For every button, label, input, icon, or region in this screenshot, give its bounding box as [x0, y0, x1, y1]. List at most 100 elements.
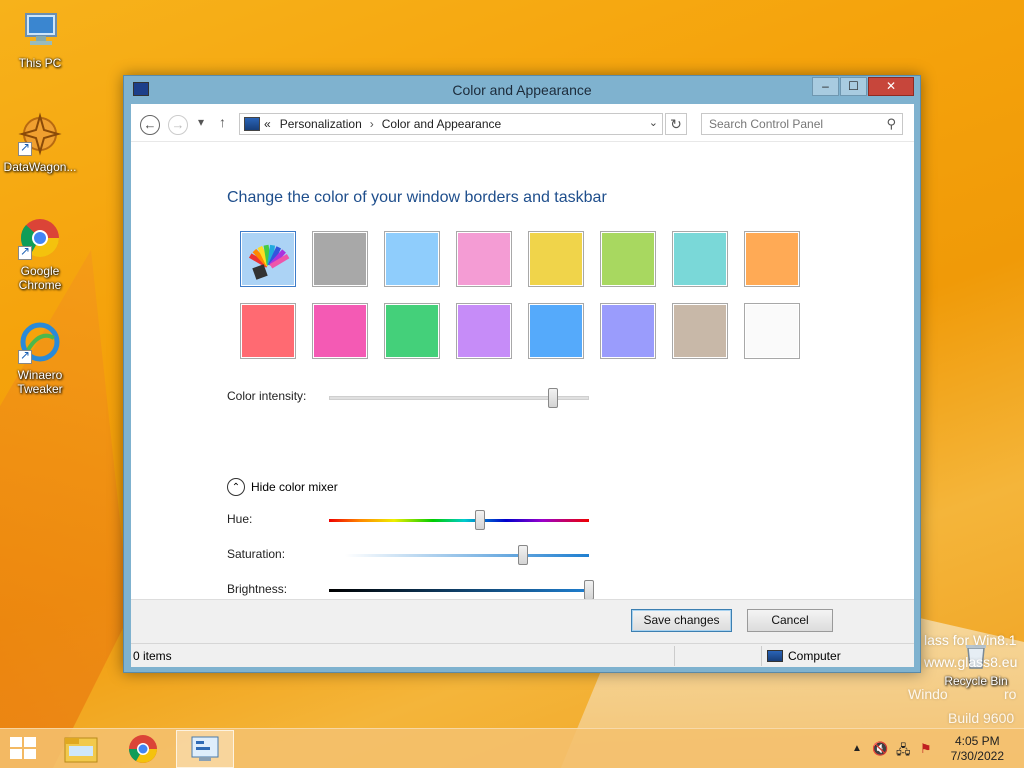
clock-date: 7/30/2022: [950, 749, 1004, 763]
refresh-button[interactable]: ↻: [665, 113, 687, 135]
swatch-fill: [314, 233, 366, 285]
show-hidden-icons-button[interactable]: ▲: [852, 743, 862, 754]
swatch-fill: [602, 233, 654, 285]
maximize-button[interactable]: ☐: [840, 77, 867, 96]
datawagon-icon: [18, 112, 62, 156]
start-button[interactable]: [10, 737, 38, 761]
color-swatch-light-blue[interactable]: [384, 231, 440, 287]
color-appearance-window: Color and Appearance – ☐ ✕ ← → ▾ ↑ « Per…: [123, 75, 921, 673]
watermark-line: ro: [1004, 686, 1017, 702]
breadcrumb-overflow[interactable]: «: [264, 117, 271, 131]
color-swatch-purple[interactable]: [456, 303, 512, 359]
color-swatch-emerald[interactable]: [384, 303, 440, 359]
color-swatch-blue[interactable]: [528, 303, 584, 359]
up-button[interactable]: ↑: [219, 114, 226, 130]
color-swatch-teal[interactable]: [672, 231, 728, 287]
swatch-fill: [674, 233, 726, 285]
winaero-icon: [18, 320, 62, 364]
minimize-button[interactable]: –: [812, 77, 839, 96]
color-swatch-gray[interactable]: [312, 231, 368, 287]
color-swatch-orange[interactable]: [744, 231, 800, 287]
hue-label: Hue:: [227, 512, 253, 526]
monitor-icon: [18, 8, 62, 52]
taskbar: ▲ 🔇 🖧 ⚑ 4:05 PM 7/30/2022: [0, 728, 1024, 768]
status-location: Computer: [767, 649, 841, 663]
desktop-icon-datawagon[interactable]: DataWagon...: [0, 112, 80, 174]
collapse-icon: ⌃: [227, 478, 245, 496]
color-swatch-red[interactable]: [240, 303, 296, 359]
color-swatch-taupe[interactable]: [672, 303, 728, 359]
brightness-track[interactable]: [329, 589, 589, 592]
color-swatch-automatic[interactable]: [240, 231, 296, 287]
breadcrumb-personalization[interactable]: Personalization: [280, 117, 362, 131]
mixer-toggle-label: Hide color mixer: [251, 480, 338, 494]
action-center-icon[interactable]: ⚑: [920, 741, 932, 757]
brightness-slider-thumb[interactable]: [584, 580, 594, 600]
search-icon[interactable]: ⚲: [886, 114, 896, 134]
swatch-fill: [746, 305, 798, 357]
desktop-icon-chrome[interactable]: Google Chrome: [0, 216, 80, 292]
volume-muted-icon[interactable]: 🔇: [872, 741, 888, 757]
folder-icon: [64, 737, 98, 763]
swatch-fill: [530, 305, 582, 357]
desktop-icon-this-pc[interactable]: This PC: [0, 8, 80, 70]
page-heading: Change the color of your window borders …: [227, 189, 607, 206]
hue-slider-thumb[interactable]: [474, 510, 485, 530]
cancel-button[interactable]: Cancel: [747, 609, 833, 632]
taskbar-chrome[interactable]: [114, 730, 172, 768]
saturation-slider-thumb[interactable]: [518, 545, 529, 565]
navigation-bar: ← → ▾ ↑ « Personalization › Color and Ap…: [131, 104, 914, 142]
saturation-label: Saturation:: [227, 547, 286, 561]
color-swatch-magenta[interactable]: [312, 303, 368, 359]
swatch-fill: [242, 305, 294, 357]
network-icon[interactable]: 🖧: [896, 741, 911, 763]
swatch-fill: [458, 305, 510, 357]
swatch-fill: [602, 305, 654, 357]
title-bar[interactable]: Color and Appearance – ☐ ✕: [124, 76, 920, 104]
intensity-slider-thumb[interactable]: [547, 388, 558, 408]
window-client: ← → ▾ ↑ « Personalization › Color and Ap…: [131, 104, 914, 667]
taskbar-control-panel[interactable]: [176, 730, 234, 768]
intensity-label: Color intensity:: [227, 389, 307, 403]
save-changes-button[interactable]: Save changes: [631, 609, 732, 632]
swatch-fill: [746, 233, 798, 285]
hide-color-mixer-toggle[interactable]: ⌃ Hide color mixer: [227, 478, 338, 496]
hue-track[interactable]: [329, 519, 589, 522]
address-bar[interactable]: « Personalization › Color and Appearance…: [239, 113, 663, 135]
control-panel-icon: [191, 736, 219, 761]
color-swatch-green[interactable]: [600, 231, 656, 287]
address-dropdown-icon[interactable]: ⌄: [649, 116, 658, 129]
swatch-fill: [386, 233, 438, 285]
recent-locations-button[interactable]: ▾: [198, 115, 204, 129]
color-swatch-periwinkle[interactable]: [600, 303, 656, 359]
swatch-fill: [674, 305, 726, 357]
search-input[interactable]: Search Control Panel ⚲: [701, 113, 903, 135]
watermark-line: Windo: [908, 686, 948, 702]
close-button[interactable]: ✕: [868, 77, 914, 96]
chrome-icon: [18, 216, 62, 260]
shortcut-arrow-icon: [18, 244, 32, 260]
color-swatch-white[interactable]: [744, 303, 800, 359]
back-button[interactable]: ←: [140, 115, 160, 135]
color-swatch-pink[interactable]: [456, 231, 512, 287]
status-location-label: Computer: [788, 649, 841, 663]
status-bar: 0 items Computer: [131, 643, 914, 667]
color-swatch-yellow[interactable]: [528, 231, 584, 287]
clock[interactable]: 4:05 PM 7/30/2022: [951, 734, 1004, 764]
palette-icon: [248, 244, 290, 280]
breadcrumb-color-appearance[interactable]: Color and Appearance: [382, 117, 501, 131]
clock-time: 4:05 PM: [954, 734, 1000, 748]
forward-button[interactable]: →: [168, 115, 188, 135]
saturation-track[interactable]: [345, 554, 589, 557]
dialog-footer: Save changes Cancel: [131, 599, 914, 643]
desktop-icon-winaero[interactable]: Winaero Tweaker: [0, 320, 80, 396]
shortcut-arrow-icon: [18, 348, 32, 364]
status-divider: [674, 646, 675, 666]
window-title: Color and Appearance: [452, 82, 592, 98]
watermark-line: lass for Win8.1: [924, 632, 1017, 648]
taskbar-file-explorer[interactable]: [52, 730, 110, 768]
brightness-label: Brightness:: [227, 582, 288, 596]
breadcrumb-separator-icon: ›: [369, 117, 374, 131]
chrome-icon: [129, 735, 157, 763]
search-placeholder: Search Control Panel: [709, 117, 824, 131]
